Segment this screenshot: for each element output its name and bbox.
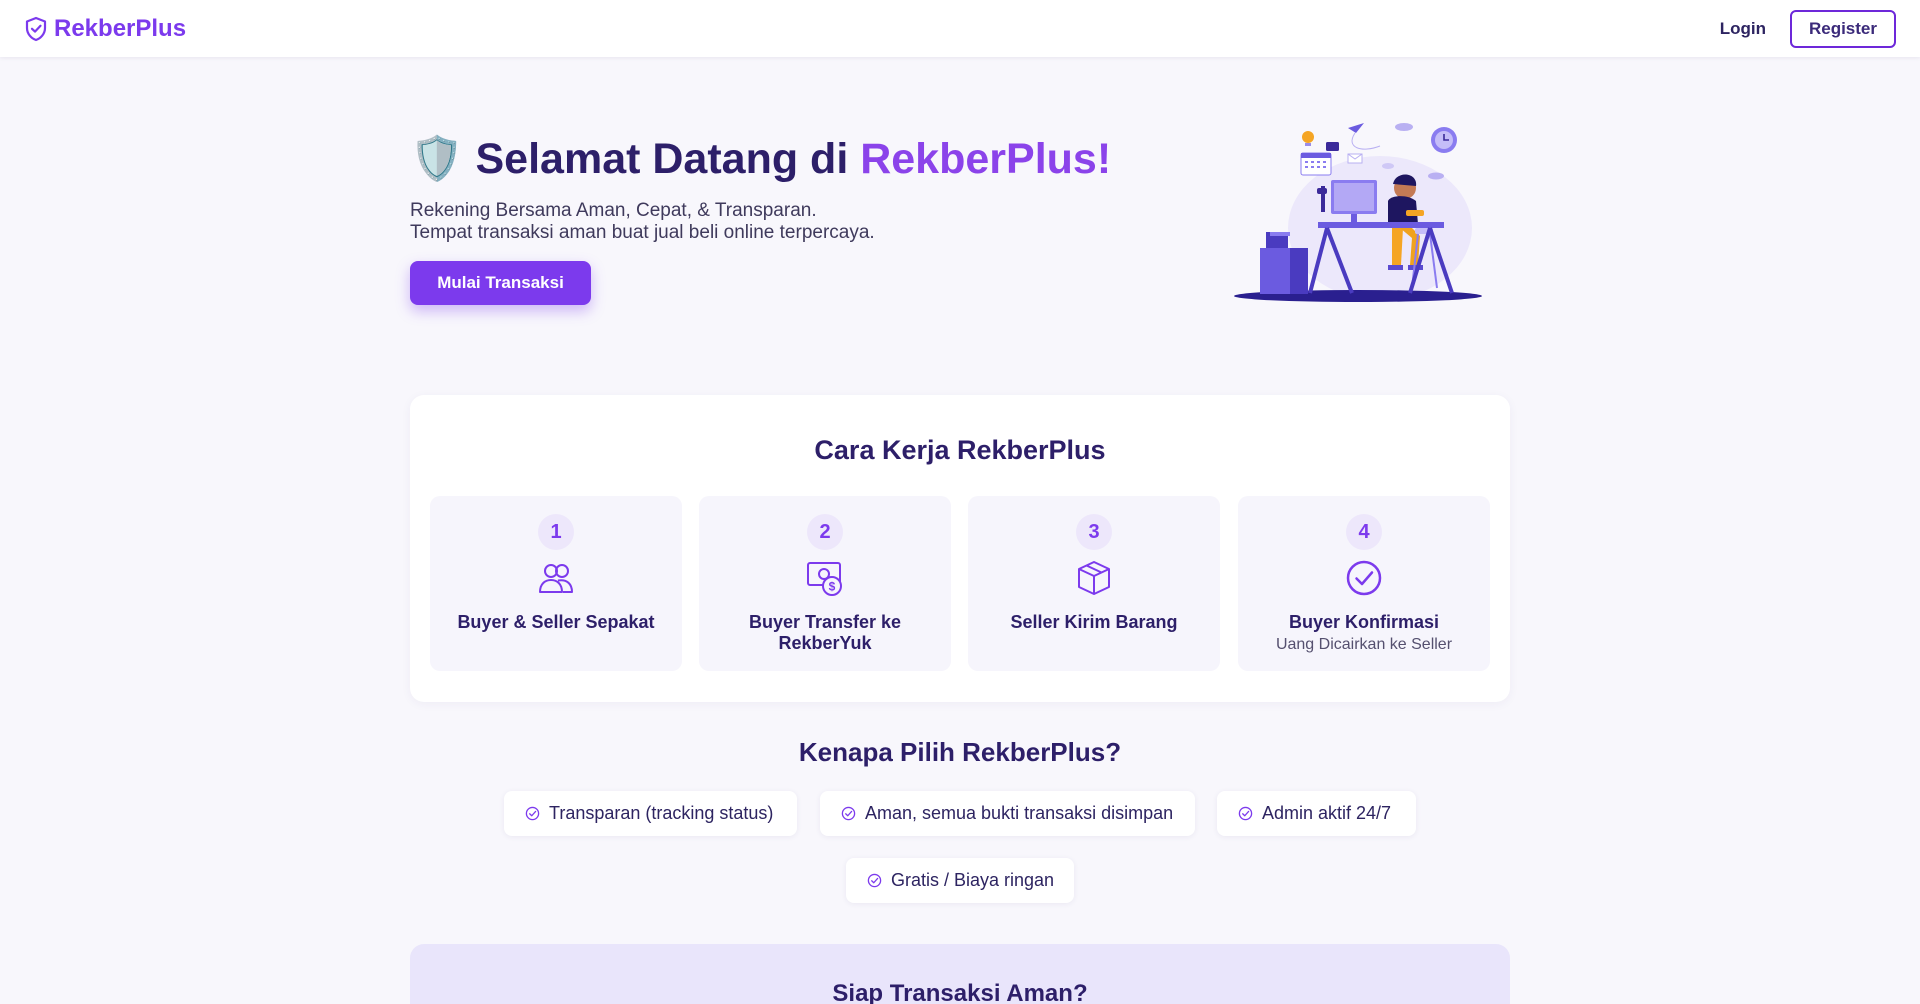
- step-card-1: 1 Buyer & Seller Sepakat: [430, 496, 682, 671]
- feature-label: Admin aktif 24/7: [1262, 803, 1392, 823]
- shield-logo-icon: [25, 16, 47, 41]
- step-card-2: 2 $ Buyer Transfer ke RekberYuk: [699, 496, 951, 671]
- feature-label: Transparan (tracking status): [549, 803, 774, 823]
- step-note: Uang Dicairkan ke Seller: [1275, 636, 1453, 653]
- hero-subtitle-line2: Tempat transaksi aman buat jual beli onl…: [410, 222, 875, 243]
- how-it-works-title: Cara Kerja RekberPlus: [814, 435, 1106, 465]
- money-transfer-icon: $: [807, 562, 842, 596]
- hero-title-prefix: Selamat Datang di: [475, 135, 849, 183]
- cta-section: Siap Transaksi Aman?: [410, 944, 1510, 1004]
- how-it-works-card: Cara Kerja RekberPlus 1 Buyer & Seller S…: [410, 395, 1510, 702]
- box-icon: [1078, 561, 1110, 595]
- navbar: RekberPlus Login Register: [0, 0, 1920, 57]
- feature-label: Aman, semua bukti transaksi disimpan: [865, 803, 1174, 823]
- step-number: 2: [807, 514, 843, 550]
- svg-text:$: $: [829, 580, 836, 594]
- users-icon: [539, 564, 573, 593]
- login-link[interactable]: Login: [1720, 19, 1766, 39]
- check-badge-icon: [1238, 806, 1253, 821]
- feature-pill: Transparan (tracking status): [504, 791, 797, 836]
- hero-subtitle: Rekening Bersama Aman, Cepat, & Transpar…: [410, 200, 1210, 244]
- step-number: 1: [538, 514, 574, 550]
- step-title: Buyer Transfer ke RekberYuk: [748, 612, 902, 653]
- feature-label: Gratis / Biaya ringan: [891, 870, 1055, 890]
- check-badge-icon: [867, 873, 882, 888]
- step-title: Seller Kirim Barang: [1010, 612, 1178, 632]
- start-transaction-button[interactable]: Mulai Transaksi: [410, 261, 591, 305]
- hero: 🛡️ Selamat Datang di RekberPlus! Rekenin…: [410, 134, 1210, 244]
- step-title: Buyer Konfirmasi: [1288, 612, 1440, 632]
- feature-pill: Gratis / Biaya ringan: [846, 858, 1074, 903]
- hero-title: 🛡️ Selamat Datang di RekberPlus!: [410, 134, 1210, 184]
- check-badge-icon: [841, 806, 856, 821]
- feature-pill: Admin aktif 24/7: [1217, 791, 1416, 836]
- hero-subtitle-line1: Rekening Bersama Aman, Cepat, & Transpar…: [410, 200, 817, 221]
- nav-actions: Login Register: [1720, 9, 1896, 48]
- brand[interactable]: RekberPlus: [24, 15, 186, 43]
- feature-pill: Aman, semua bukti transaksi disimpan: [820, 791, 1195, 836]
- step-title: Buyer & Seller Sepakat: [457, 612, 655, 632]
- why-title: Kenapa Pilih RekberPlus?: [798, 737, 1122, 767]
- step-card-4: 4 Buyer Konfirmasi Uang Dicairkan ke Sel…: [1238, 496, 1490, 671]
- cta-title: Siap Transaksi Aman?: [832, 980, 1088, 1004]
- hero-illustration: [1234, 123, 1482, 302]
- hero-title-accent: RekberPlus!: [860, 135, 1112, 183]
- brand-name: RekberPlus: [54, 14, 187, 42]
- step-number: 3: [1076, 514, 1112, 550]
- shield-emoji-icon: 🛡️: [410, 135, 464, 183]
- check-badge-icon: [525, 806, 540, 821]
- check-circle-icon: [1346, 560, 1382, 596]
- register-button[interactable]: Register: [1789, 9, 1896, 48]
- step-card-3: 3 Seller Kirim Barang: [968, 496, 1220, 671]
- step-number: 4: [1346, 514, 1382, 550]
